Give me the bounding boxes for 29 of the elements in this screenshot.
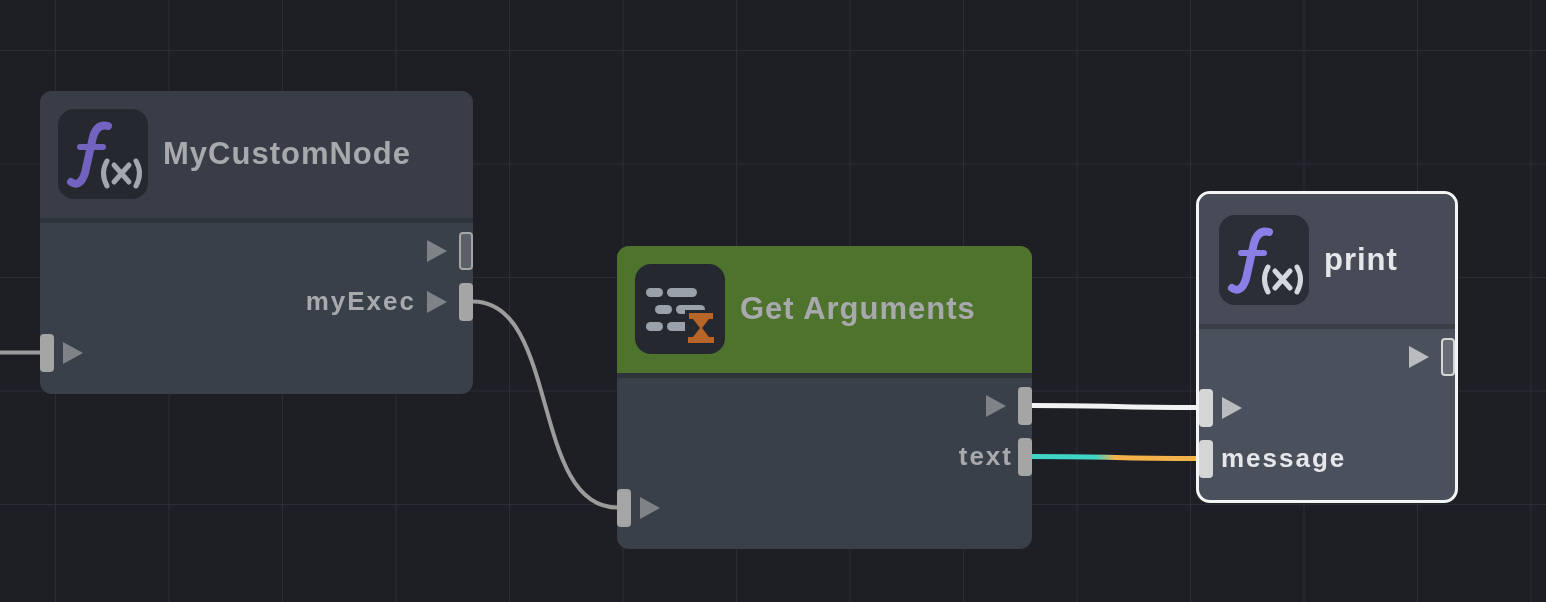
node-card[interactable]: print message — [1196, 191, 1458, 503]
node-title: Get Arguments — [740, 291, 976, 327]
triangle-icon — [986, 394, 1006, 417]
function-icon — [58, 109, 148, 199]
node-title: print — [1324, 242, 1398, 278]
triangle-icon — [1409, 345, 1429, 368]
list-icon — [635, 264, 725, 354]
triangle-icon — [427, 290, 447, 313]
exec-pin[interactable] — [1018, 386, 1032, 425]
triangle-icon — [640, 496, 660, 519]
triangle-icon — [1222, 396, 1242, 419]
exec-pin[interactable] — [617, 488, 631, 527]
exec-pin[interactable] — [40, 333, 54, 372]
exec-pin[interactable] — [459, 231, 473, 270]
pin-label: myExec — [305, 286, 416, 317]
triangle-icon — [63, 341, 83, 364]
triangle-icon — [427, 239, 447, 262]
node-card[interactable]: MyCustomNode myExec — [40, 91, 473, 394]
exec-wire — [0, 350, 40, 355]
pin-label: message — [1221, 443, 1347, 474]
exec-pin[interactable] — [459, 282, 473, 321]
exec-pin[interactable] — [1441, 337, 1455, 376]
node-card[interactable]: Get Arguments text — [617, 246, 1032, 549]
data-pin[interactable] — [1018, 437, 1032, 476]
exec-pin[interactable] — [1199, 388, 1213, 427]
data-pin[interactable] — [1199, 439, 1213, 478]
node-title: MyCustomNode — [163, 136, 411, 172]
function-icon — [1219, 215, 1309, 305]
pin-label: text — [958, 441, 1013, 472]
